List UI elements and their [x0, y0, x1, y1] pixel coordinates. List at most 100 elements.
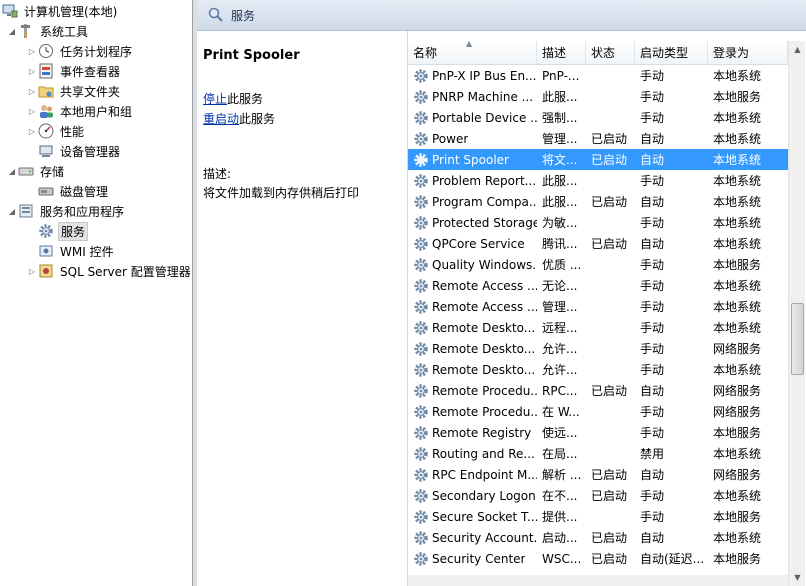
- service-name: Remote Procedu...: [432, 404, 537, 419]
- service-row[interactable]: Secure Socket T... 提供... 手动 本地服务: [408, 506, 788, 527]
- tree-item[interactable]: ◢ 存储: [0, 161, 192, 181]
- service-row[interactable]: Remote Access ... 管理... 手动 本地系统: [408, 296, 788, 317]
- column-logon-as[interactable]: 登录为: [708, 41, 788, 65]
- tree-item[interactable]: ◢ 服务和应用程序: [0, 201, 192, 221]
- column-description[interactable]: 描述: [537, 41, 586, 65]
- collapsed-arrow-icon[interactable]: ▷: [26, 261, 38, 281]
- service-row[interactable]: Secondary Logon 在不... 已启动 手动 本地系统: [408, 485, 788, 506]
- service-name: Security Center: [432, 551, 526, 566]
- service-logon-as: 本地系统: [713, 195, 762, 209]
- tree-item[interactable]: ▷ 事件查看器: [0, 61, 192, 81]
- tree-item[interactable]: 设备管理器: [0, 141, 192, 161]
- tree-item[interactable]: 服务: [0, 221, 192, 241]
- service-name-cell: Remote Access ...: [408, 299, 537, 315]
- column-status[interactable]: 状态: [586, 41, 635, 65]
- service-startup-type: 禁用: [640, 447, 665, 461]
- service-description: 在 W...: [542, 405, 580, 419]
- tree-item[interactable]: ▷ 本地用户和组: [0, 101, 192, 121]
- service-name: Remote Deskto...: [432, 362, 536, 377]
- service-gear-icon: [413, 194, 429, 210]
- tree-item[interactable]: ▷ 性能: [0, 121, 192, 141]
- service-logon-as: 本地系统: [713, 447, 762, 461]
- tree-item[interactable]: 计算机管理(本地): [0, 1, 192, 21]
- service-row[interactable]: Remote Deskto... 远程... 手动 本地系统: [408, 317, 788, 338]
- column-name[interactable]: ▲ 名称: [408, 39, 537, 65]
- restart-service-link[interactable]: 重启动: [203, 112, 239, 126]
- no-arrow-spacer: [26, 141, 38, 161]
- service-row[interactable]: Remote Procedu... 在 W... 手动 网络服务: [408, 401, 788, 422]
- service-logon-as: 本地系统: [713, 237, 762, 251]
- service-startup-type: 手动: [640, 510, 665, 524]
- service-startup-type: 手动: [640, 216, 665, 230]
- service-startup-type: 自动: [640, 384, 665, 398]
- tree-item[interactable]: ▷ 共享文件夹: [0, 81, 192, 101]
- service-row[interactable]: Print Spooler 将文... 已启动 自动 本地系统: [408, 149, 788, 170]
- vertical-scrollbar[interactable]: ▲ ▼: [788, 41, 805, 586]
- scroll-thumb[interactable]: [791, 303, 804, 375]
- service-description: 在局...: [542, 447, 578, 461]
- description-label: 描述:: [203, 167, 232, 181]
- sql-server-config-icon: [38, 263, 54, 279]
- scroll-up-icon[interactable]: ▲: [789, 41, 806, 58]
- restart-service-suffix: 此服务: [239, 112, 276, 126]
- service-name: Security Account...: [432, 530, 537, 545]
- column-header-row: ▲ 名称 描述 状态 启动类型 登录为: [408, 39, 788, 65]
- services-gear-icon: [38, 223, 54, 239]
- scroll-down-icon[interactable]: ▼: [789, 569, 806, 586]
- service-row[interactable]: Protected Storage 为敏... 手动 本地系统: [408, 212, 788, 233]
- collapsed-arrow-icon[interactable]: ▷: [26, 41, 38, 61]
- service-name: Quality Windows...: [432, 257, 537, 272]
- service-name: Remote Deskto...: [432, 320, 536, 335]
- service-logon-as: 网络服务: [713, 384, 762, 398]
- service-row[interactable]: Problem Report... 此服... 手动 本地系统: [408, 170, 788, 191]
- service-row[interactable]: Remote Deskto... 允许... 手动 本地系统: [408, 359, 788, 380]
- collapsed-arrow-icon[interactable]: ▷: [26, 81, 38, 101]
- column-name-label: 名称: [413, 46, 438, 60]
- tree-item-label: 设备管理器: [60, 144, 121, 159]
- tree-item[interactable]: ▷ 任务计划程序: [0, 41, 192, 61]
- service-name: Power: [432, 131, 469, 146]
- service-row[interactable]: Portable Device ... 强制... 手动 本地系统: [408, 107, 788, 128]
- tree-item[interactable]: WMI 控件: [0, 241, 192, 261]
- service-gear-icon: [413, 110, 429, 126]
- collapsed-arrow-icon[interactable]: ▷: [26, 61, 38, 81]
- service-row[interactable]: Program Compa... 此服... 已启动 自动 本地系统: [408, 191, 788, 212]
- service-status: 已启动: [591, 552, 628, 566]
- service-row[interactable]: Remote Access ... 无论... 手动 本地系统: [408, 275, 788, 296]
- collapsed-arrow-icon[interactable]: ▷: [26, 121, 38, 141]
- service-row[interactable]: PNRP Machine ... 此服... 手动 本地服务: [408, 86, 788, 107]
- service-row[interactable]: RPC Endpoint M... 解析 ... 已启动 自动 网络服务: [408, 464, 788, 485]
- service-row[interactable]: QPCore Service 腾讯... 已启动 自动 本地系统: [408, 233, 788, 254]
- selected-service-name: Print Spooler: [203, 48, 300, 63]
- service-row[interactable]: PnP-X IP Bus En... PnP-... 手动 本地系统: [408, 65, 788, 86]
- collapsed-arrow-icon[interactable]: ▷: [26, 101, 38, 121]
- event-viewer-icon: [38, 63, 54, 79]
- expanded-arrow-icon[interactable]: ◢: [6, 201, 18, 221]
- service-logon-as: 本地系统: [713, 216, 762, 230]
- tree-item-label: 服务和应用程序: [40, 204, 125, 219]
- expanded-arrow-icon[interactable]: ◢: [6, 21, 18, 41]
- horizontal-scrollbar[interactable]: [408, 575, 788, 586]
- service-row[interactable]: Power 管理... 已启动 自动 本地系统: [408, 128, 788, 149]
- service-logon-as: 本地系统: [713, 174, 762, 188]
- service-row[interactable]: Quality Windows... 优质 ... 手动 本地服务: [408, 254, 788, 275]
- wmi-control-icon: [38, 243, 54, 259]
- service-name-cell: Print Spooler: [408, 151, 537, 168]
- tree-item[interactable]: ▷ SQL Server 配置管理器: [0, 261, 192, 281]
- tree-item[interactable]: ◢ 系统工具: [0, 21, 192, 41]
- service-row[interactable]: Security Center WSC... 已启动 自动(延迟... 本地服务: [408, 548, 788, 569]
- service-row[interactable]: Remote Deskto... 允许... 手动 网络服务: [408, 338, 788, 359]
- service-startup-type: 自动: [640, 195, 665, 209]
- service-name-cell: Protected Storage: [408, 215, 537, 231]
- service-row[interactable]: Remote Registry 使远... 手动 本地服务: [408, 422, 788, 443]
- stop-service-link[interactable]: 停止: [203, 92, 227, 106]
- expanded-arrow-icon[interactable]: ◢: [6, 161, 18, 181]
- service-description: 启动...: [542, 531, 578, 545]
- service-row[interactable]: Remote Procedu... RPC... 已启动 自动 网络服务: [408, 380, 788, 401]
- service-row[interactable]: Security Account... 启动... 已启动 自动 本地系统: [408, 527, 788, 548]
- services-list: ▲ 名称 描述 状态 启动类型 登录为 PnP-X IP Bus En... Pn…: [407, 31, 806, 586]
- column-startup-type[interactable]: 启动类型: [635, 41, 708, 65]
- tree-item[interactable]: 磁盘管理: [0, 181, 192, 201]
- service-row[interactable]: Routing and Re... 在局... 禁用 本地系统: [408, 443, 788, 464]
- service-startup-type: 自动: [640, 132, 665, 146]
